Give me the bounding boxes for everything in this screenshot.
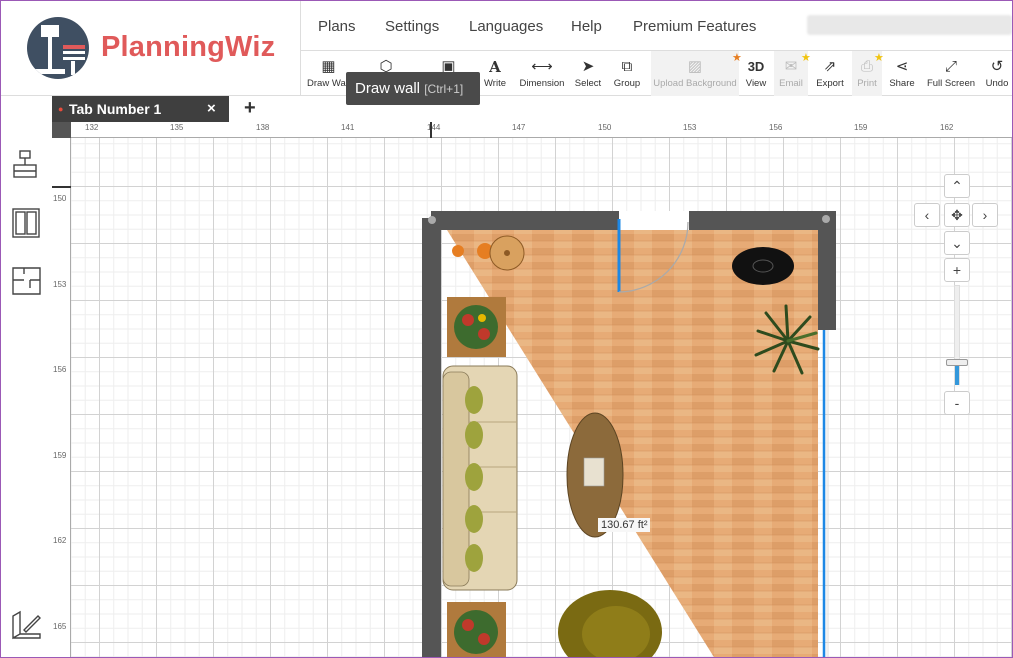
logo[interactable]: PlanningWiz: [1, 1, 301, 96]
tab-bar: ● Tab Number 1 × +: [52, 96, 1012, 122]
planter-top[interactable]: [447, 297, 506, 357]
ruler-top: 132 135 138 141 144 147 150 153 156 159 …: [52, 122, 1012, 138]
export-button[interactable]: ⇗ Export: [813, 51, 847, 96]
dimension-button[interactable]: ⟷ Dimension: [517, 51, 567, 96]
blueprint-icon[interactable]: [10, 608, 44, 642]
3d-view-button[interactable]: 3D View: [743, 51, 769, 96]
floor-plan: [422, 211, 836, 657]
door-opening[interactable]: [619, 211, 689, 230]
app-window: PlanningWiz Plans Settings Languages Hel…: [0, 0, 1013, 658]
ruler-left: 150 153 156 159 162 165: [52, 138, 71, 657]
cursor-icon: ➤: [581, 58, 595, 75]
draw-wall-tooltip: Draw wall [Ctrl+1]: [346, 72, 480, 105]
planter-bottom[interactable]: [447, 602, 506, 657]
furniture-icon[interactable]: [10, 148, 44, 182]
image-icon: ▨: [687, 58, 703, 75]
pan-down-button[interactable]: ⌄: [944, 231, 970, 255]
premium-star-icon: ★: [874, 52, 884, 64]
zoom-out-button[interactable]: -: [944, 391, 970, 415]
menu-premium-features[interactable]: Premium Features: [633, 18, 756, 35]
share-icon: ⋖: [895, 58, 909, 75]
sofa[interactable]: [442, 365, 518, 591]
pan-center-button[interactable]: ✥: [944, 203, 970, 227]
pan-right-button[interactable]: ›: [972, 203, 998, 227]
group-button[interactable]: ⧉ Group: [611, 51, 643, 96]
tab-number-1[interactable]: ● Tab Number 1 ×: [52, 96, 229, 122]
zoom-slider-fill: [955, 365, 959, 385]
pan-up-button[interactable]: ⌃: [944, 174, 970, 198]
add-tab-button[interactable]: +: [244, 96, 256, 120]
logo-lamp-icon: [27, 17, 89, 79]
dimension-icon: ⟷: [531, 58, 553, 75]
menu-languages[interactable]: Languages: [469, 18, 543, 35]
round-rug[interactable]: [732, 247, 794, 285]
unsaved-dot-icon: ●: [58, 104, 64, 114]
account-info[interactable]: [807, 15, 1012, 35]
header: PlanningWiz Plans Settings Languages Hel…: [1, 1, 1012, 96]
full-screen-button[interactable]: ⤢ Full Screen: [925, 51, 977, 96]
wall-left[interactable]: [422, 218, 441, 657]
share-button[interactable]: ⋖ Share: [887, 51, 917, 96]
design-canvas[interactable]: 130.67 ft² 132 135 138 141 144 147 150 1…: [52, 122, 1012, 657]
fullscreen-icon: ⤢: [944, 58, 957, 75]
zoom-in-button[interactable]: +: [944, 258, 970, 282]
export-icon: ⇗: [823, 58, 837, 75]
draw-wall-icon: ▦: [321, 58, 336, 75]
undo-button[interactable]: ↺ Undo: [983, 51, 1011, 96]
premium-star-icon: ★: [732, 52, 742, 64]
lamp-small[interactable]: [452, 245, 464, 257]
3d-icon: 3D: [747, 59, 765, 74]
group-icon: ⧉: [621, 58, 633, 75]
pan-left-button[interactable]: ‹: [914, 203, 940, 227]
doors-windows-icon[interactable]: [10, 206, 44, 240]
select-button[interactable]: ➤ Select: [573, 51, 603, 96]
menu-help[interactable]: Help: [571, 18, 602, 35]
area-label: 130.67 ft²: [598, 518, 651, 532]
menu-settings[interactable]: Settings: [385, 18, 439, 35]
premium-star-icon: ★: [801, 52, 811, 64]
text-icon: A: [489, 58, 501, 76]
floor-plan-icon[interactable]: [10, 264, 44, 298]
upload-background-button[interactable]: ▨ Upload Background: [651, 51, 739, 96]
navigation-controls: ⌃ ‹ ✥ › ⌄ + -: [914, 174, 1004, 474]
tab-close-button[interactable]: ×: [207, 96, 216, 122]
menu-plans[interactable]: Plans: [318, 18, 356, 35]
undo-icon: ↺: [990, 58, 1004, 75]
top-menu: Plans Settings Languages Help Premium Fe…: [301, 1, 1012, 51]
wall-right[interactable]: [818, 218, 836, 330]
logo-text: PlanningWiz: [101, 31, 276, 63]
write-button[interactable]: A Write: [481, 51, 509, 96]
zoom-slider-handle[interactable]: [946, 359, 968, 366]
armchair[interactable]: [558, 590, 662, 657]
draw-wall-button[interactable]: ▦ Draw Wall: [306, 51, 351, 96]
left-sidebar: [1, 96, 52, 657]
